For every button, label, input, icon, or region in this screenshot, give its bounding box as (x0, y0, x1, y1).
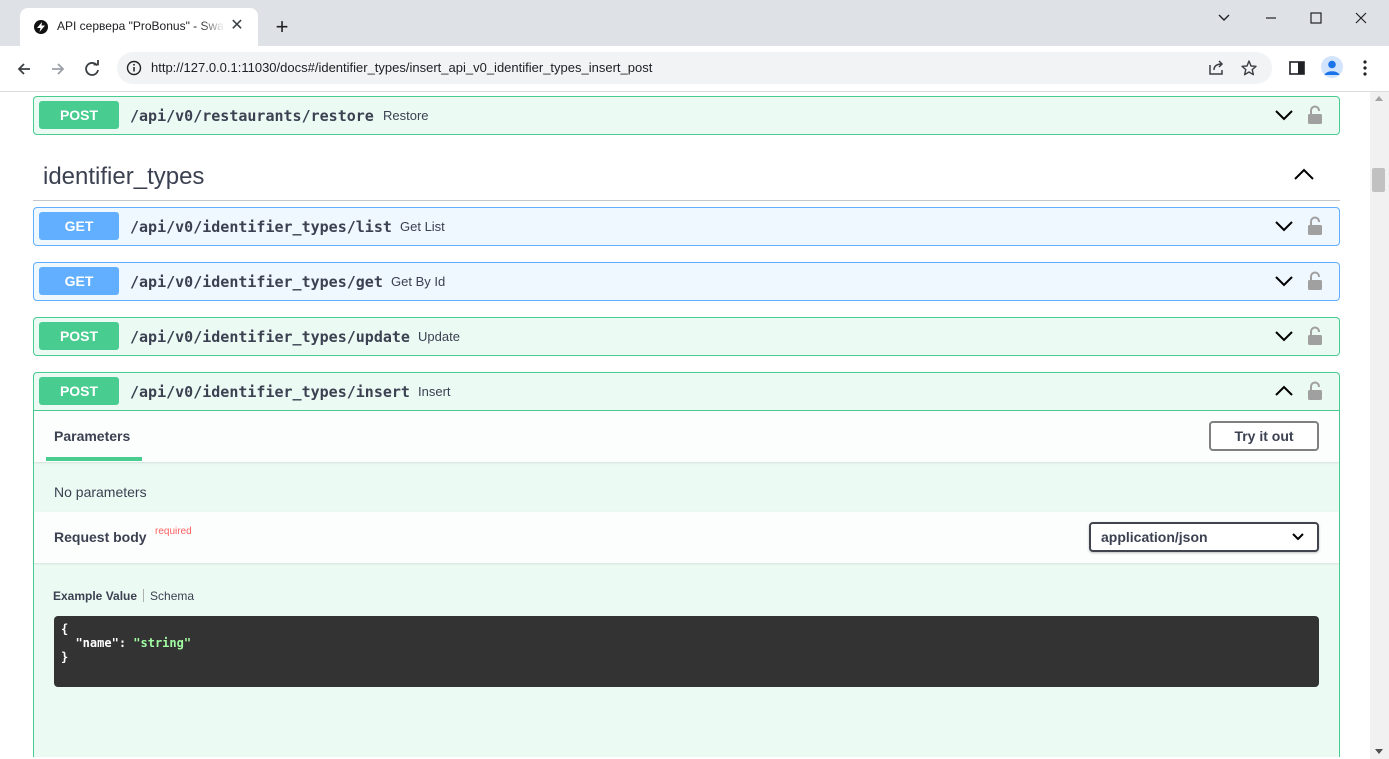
swagger-page: POST /api/v0/restaurants/restore Restore… (0, 92, 1370, 759)
chevron-up-icon[interactable] (1274, 383, 1294, 399)
url-text[interactable]: http://127.0.0.1:11030/docs#/identifier_… (151, 60, 652, 75)
parameters-header: Parameters Try it out (34, 411, 1339, 462)
opblock-identifier-types-list[interactable]: GET /api/v0/identifier_types/list Get Li… (33, 207, 1340, 246)
parameters-tab[interactable]: Parameters (54, 428, 130, 444)
method-badge: GET (39, 267, 119, 295)
back-arrow-icon[interactable] (11, 56, 37, 82)
code-string-value: "string" (133, 636, 192, 650)
operation-summary: Insert (418, 384, 451, 399)
opblock-summary[interactable]: GET /api/v0/identifier_types/list Get Li… (34, 208, 1339, 245)
opblock-identifier-types-insert[interactable]: POST /api/v0/identifier_types/insert Ins… (33, 372, 1340, 757)
share-icon[interactable] (1207, 59, 1225, 77)
request-body-header: Request body required application/json (34, 512, 1339, 563)
profile-avatar-icon[interactable] (1321, 56, 1343, 78)
required-label: required (155, 526, 192, 537)
tab-title: API сервера "ProBonus" - Swagger UI (57, 19, 225, 33)
operation-path[interactable]: /api/v0/identifier_types/update (130, 328, 410, 346)
code-key: "name" (75, 636, 119, 650)
vertical-scrollbar[interactable] (1370, 92, 1389, 759)
minimize-icon[interactable] (1257, 8, 1285, 28)
code-line-field: "name": "string" (61, 636, 1312, 650)
new-tab-button[interactable]: + (268, 14, 296, 42)
browser-tab-strip: API сервера "ProBonus" - Swagger UI ✕ + (0, 0, 1389, 46)
chevron-down-icon (1292, 533, 1304, 541)
opblock-identifier-types-update[interactable]: POST /api/v0/identifier_types/update Upd… (33, 317, 1340, 356)
example-code-block[interactable]: { "name": "string" } (54, 616, 1319, 687)
opblock-body: Parameters Try it out No parameters Requ… (34, 410, 1339, 757)
more-menu-icon[interactable] (1357, 59, 1373, 77)
operation-summary: Get By Id (391, 274, 446, 289)
chevron-up-icon[interactable] (1293, 165, 1315, 183)
method-badge: POST (39, 377, 119, 405)
try-it-out-button[interactable]: Try it out (1209, 421, 1319, 451)
example-tabs: Example Value Schema (53, 589, 194, 603)
scrollbar-thumb[interactable] (1372, 168, 1385, 192)
operation-path[interactable]: /api/v0/restaurants/restore (130, 107, 374, 125)
reload-icon[interactable] (79, 56, 105, 82)
code-line-close: } (61, 650, 69, 664)
lock-icon[interactable] (1307, 105, 1323, 125)
opblock-summary[interactable]: GET /api/v0/identifier_types/get Get By … (34, 263, 1339, 300)
tag-section-identifier-types[interactable]: identifier_types (33, 155, 1340, 201)
close-tab-icon[interactable]: ✕ (229, 18, 245, 34)
maximize-icon[interactable] (1302, 8, 1330, 28)
close-window-icon[interactable] (1347, 8, 1375, 28)
request-body-title: Request body (54, 529, 147, 545)
opblock-identifier-types-get[interactable]: GET /api/v0/identifier_types/get Get By … (33, 262, 1340, 301)
chevron-down-icon[interactable] (1274, 107, 1294, 123)
chevron-down-icon[interactable] (1274, 218, 1294, 234)
opblock-summary[interactable]: POST /api/v0/restaurants/restore Restore (34, 97, 1339, 134)
lock-icon[interactable] (1307, 326, 1323, 346)
schema-tab[interactable]: Schema (150, 589, 194, 603)
opblock-summary[interactable]: POST /api/v0/identifier_types/insert Ins… (34, 373, 1339, 410)
tab-search-icon[interactable] (1210, 8, 1238, 28)
operation-path[interactable]: /api/v0/identifier_types/get (130, 273, 383, 291)
opblock-restaurants-restore[interactable]: POST /api/v0/restaurants/restore Restore (33, 96, 1340, 135)
bookmark-star-icon[interactable] (1240, 59, 1258, 77)
operation-path[interactable]: /api/v0/identifier_types/list (130, 218, 392, 236)
operation-summary: Get List (400, 219, 445, 234)
lock-icon[interactable] (1307, 271, 1323, 291)
operation-path[interactable]: /api/v0/identifier_types/insert (130, 383, 410, 401)
code-line-open: { (61, 622, 69, 636)
operation-summary: Update (418, 329, 460, 344)
address-bar[interactable]: http://127.0.0.1:11030/docs#/identifier_… (117, 52, 1272, 84)
parameters-tab-underline (46, 457, 142, 461)
opblock-summary[interactable]: POST /api/v0/identifier_types/update Upd… (34, 318, 1339, 355)
content-type-select[interactable]: application/json (1089, 522, 1319, 552)
forward-arrow-icon[interactable] (45, 56, 71, 82)
no-parameters-text: No parameters (54, 484, 147, 500)
tag-title[interactable]: identifier_types (43, 163, 204, 191)
scroll-down-arrow-icon[interactable] (1375, 749, 1383, 754)
bolt-favicon-icon (34, 20, 48, 34)
code-colon: : (118, 636, 134, 650)
lock-icon[interactable] (1307, 381, 1323, 401)
site-info-icon[interactable] (126, 60, 142, 76)
content-type-value: application/json (1101, 529, 1208, 545)
chevron-down-icon[interactable] (1274, 328, 1294, 344)
side-panel-icon[interactable] (1288, 59, 1306, 77)
scroll-up-arrow-icon[interactable] (1375, 96, 1383, 101)
lock-icon[interactable] (1307, 216, 1323, 236)
browser-tab[interactable]: API сервера "ProBonus" - Swagger UI ✕ (20, 8, 258, 46)
method-badge: POST (39, 101, 119, 129)
method-badge: GET (39, 212, 119, 240)
tab-divider (143, 589, 145, 602)
example-value-tab[interactable]: Example Value (53, 589, 137, 603)
method-badge: POST (39, 322, 119, 350)
chevron-down-icon[interactable] (1274, 273, 1294, 289)
browser-toolbar: http://127.0.0.1:11030/docs#/identifier_… (0, 46, 1389, 92)
operation-summary: Restore (383, 108, 429, 123)
